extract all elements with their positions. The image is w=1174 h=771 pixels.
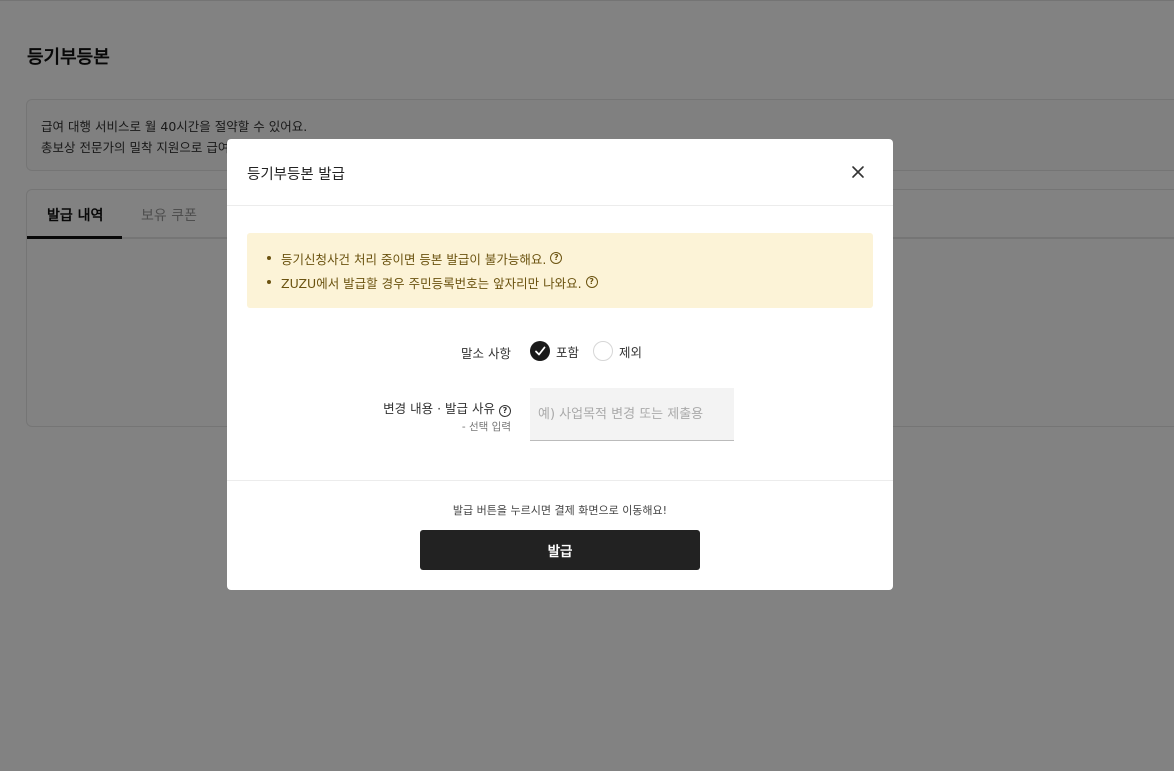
- reason-optional-note: - 선택 입력: [461, 421, 511, 433]
- bullet-icon: [267, 280, 271, 284]
- issue-button[interactable]: 발급: [420, 530, 700, 570]
- help-icon[interactable]: ?: [499, 405, 511, 417]
- footer-note: 발급 버튼을 누르시면 결제 화면으로 이동해요!: [452, 504, 668, 517]
- reason-label: 변경 내용 · 발급 사유?: [367, 398, 511, 417]
- radio-include-label[interactable]: 포함: [556, 342, 579, 361]
- modal-header: 등기부등본 발급: [227, 139, 893, 206]
- help-icon[interactable]: ?: [550, 252, 563, 264]
- close-icon[interactable]: [849, 163, 867, 181]
- radio-exclude[interactable]: [593, 341, 614, 361]
- reason-input[interactable]: [530, 388, 734, 441]
- modal-title: 등기부등본 발급: [247, 167, 345, 183]
- radio-exclude-label[interactable]: 제외: [619, 342, 642, 361]
- help-icon[interactable]: ?: [585, 276, 598, 288]
- check-icon: [535, 346, 546, 356]
- modal-divider: [227, 480, 893, 481]
- notice-text: 등기신청사건 처리 중이면 등본 발급이 불가능해요.: [281, 251, 547, 267]
- notice-item: 등기신청사건 처리 중이면 등본 발급이 불가능해요. ?: [267, 246, 853, 270]
- notice-box: 등기신청사건 처리 중이면 등본 발급이 불가능해요. ? ZUZU에서 발급할…: [247, 233, 873, 308]
- bullet-icon: [267, 256, 271, 260]
- radio-include[interactable]: [530, 341, 550, 361]
- notice-text: ZUZU에서 발급할 경우 주민등록번호는 앞자리만 나와요.: [281, 275, 582, 291]
- notice-item: ZUZU에서 발급할 경우 주민등록번호는 앞자리만 나와요. ?: [267, 270, 853, 294]
- malso-label: 말소 사항: [461, 346, 511, 361]
- reason-label-text: 변경 내용 · 발급 사유: [383, 401, 495, 416]
- malso-radio-group: 포함 제외: [530, 341, 656, 361]
- issue-modal: 등기부등본 발급 등기신청사건 처리 중이면 등본 발급이 불가능해요. ? Z…: [227, 139, 893, 590]
